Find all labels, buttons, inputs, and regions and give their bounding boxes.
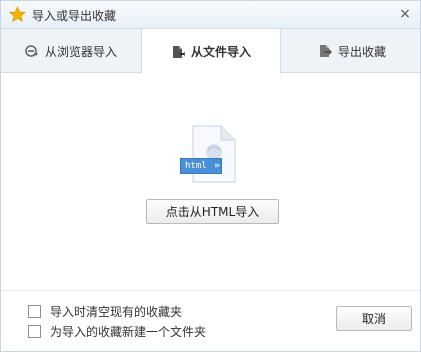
- close-icon: ×: [399, 6, 411, 22]
- close-button[interactable]: ×: [396, 5, 414, 23]
- option-new-folder[interactable]: 为导入的收藏新建一个文件夹: [28, 323, 206, 339]
- tab-browser-import[interactable]: 从浏览器导入: [1, 29, 141, 73]
- tab-label: 从文件导入: [190, 45, 251, 59]
- tab-export[interactable]: 导出收藏: [282, 29, 421, 73]
- tab-file-import[interactable]: 从文件导入: [141, 29, 281, 74]
- html-badge-text: html: [185, 161, 207, 171]
- clear-favorites-checkbox[interactable]: [28, 304, 41, 318]
- cancel-label: 取消: [361, 312, 386, 326]
- title-bar: 导入或导出收藏 ×: [1, 1, 420, 29]
- tab-bar: 从浏览器导入 从文件导入 导出收藏: [1, 29, 421, 74]
- option-label: 为导入的收藏新建一个文件夹: [50, 324, 207, 339]
- html-badge: html ⊳: [180, 158, 222, 174]
- star-icon: [9, 6, 26, 23]
- import-from-html-button[interactable]: 点击从HTML导入: [146, 199, 279, 224]
- export-icon: [319, 45, 332, 57]
- window-title: 导入或导出收藏: [32, 9, 117, 23]
- html-file-icon: [192, 125, 236, 183]
- cancel-button[interactable]: 取消: [336, 306, 412, 331]
- tab-label: 导出收藏: [337, 44, 386, 59]
- option-label: 导入时清空现有的收藏夹: [50, 304, 183, 319]
- file-import-icon: [172, 45, 185, 58]
- footer-divider: [1, 290, 420, 291]
- import-export-dialog: 导入或导出收藏 × 从浏览器导入 从文件导入 导出收藏 html ⊳ 点击从HT…: [0, 0, 421, 352]
- option-clear-favorites[interactable]: 导入时清空现有的收藏夹: [28, 303, 182, 319]
- import-button-label: 点击从HTML导入: [165, 205, 260, 219]
- new-folder-checkbox[interactable]: [28, 324, 41, 338]
- tab-label: 从浏览器导入: [44, 44, 117, 59]
- browser-import-icon: [25, 45, 38, 57]
